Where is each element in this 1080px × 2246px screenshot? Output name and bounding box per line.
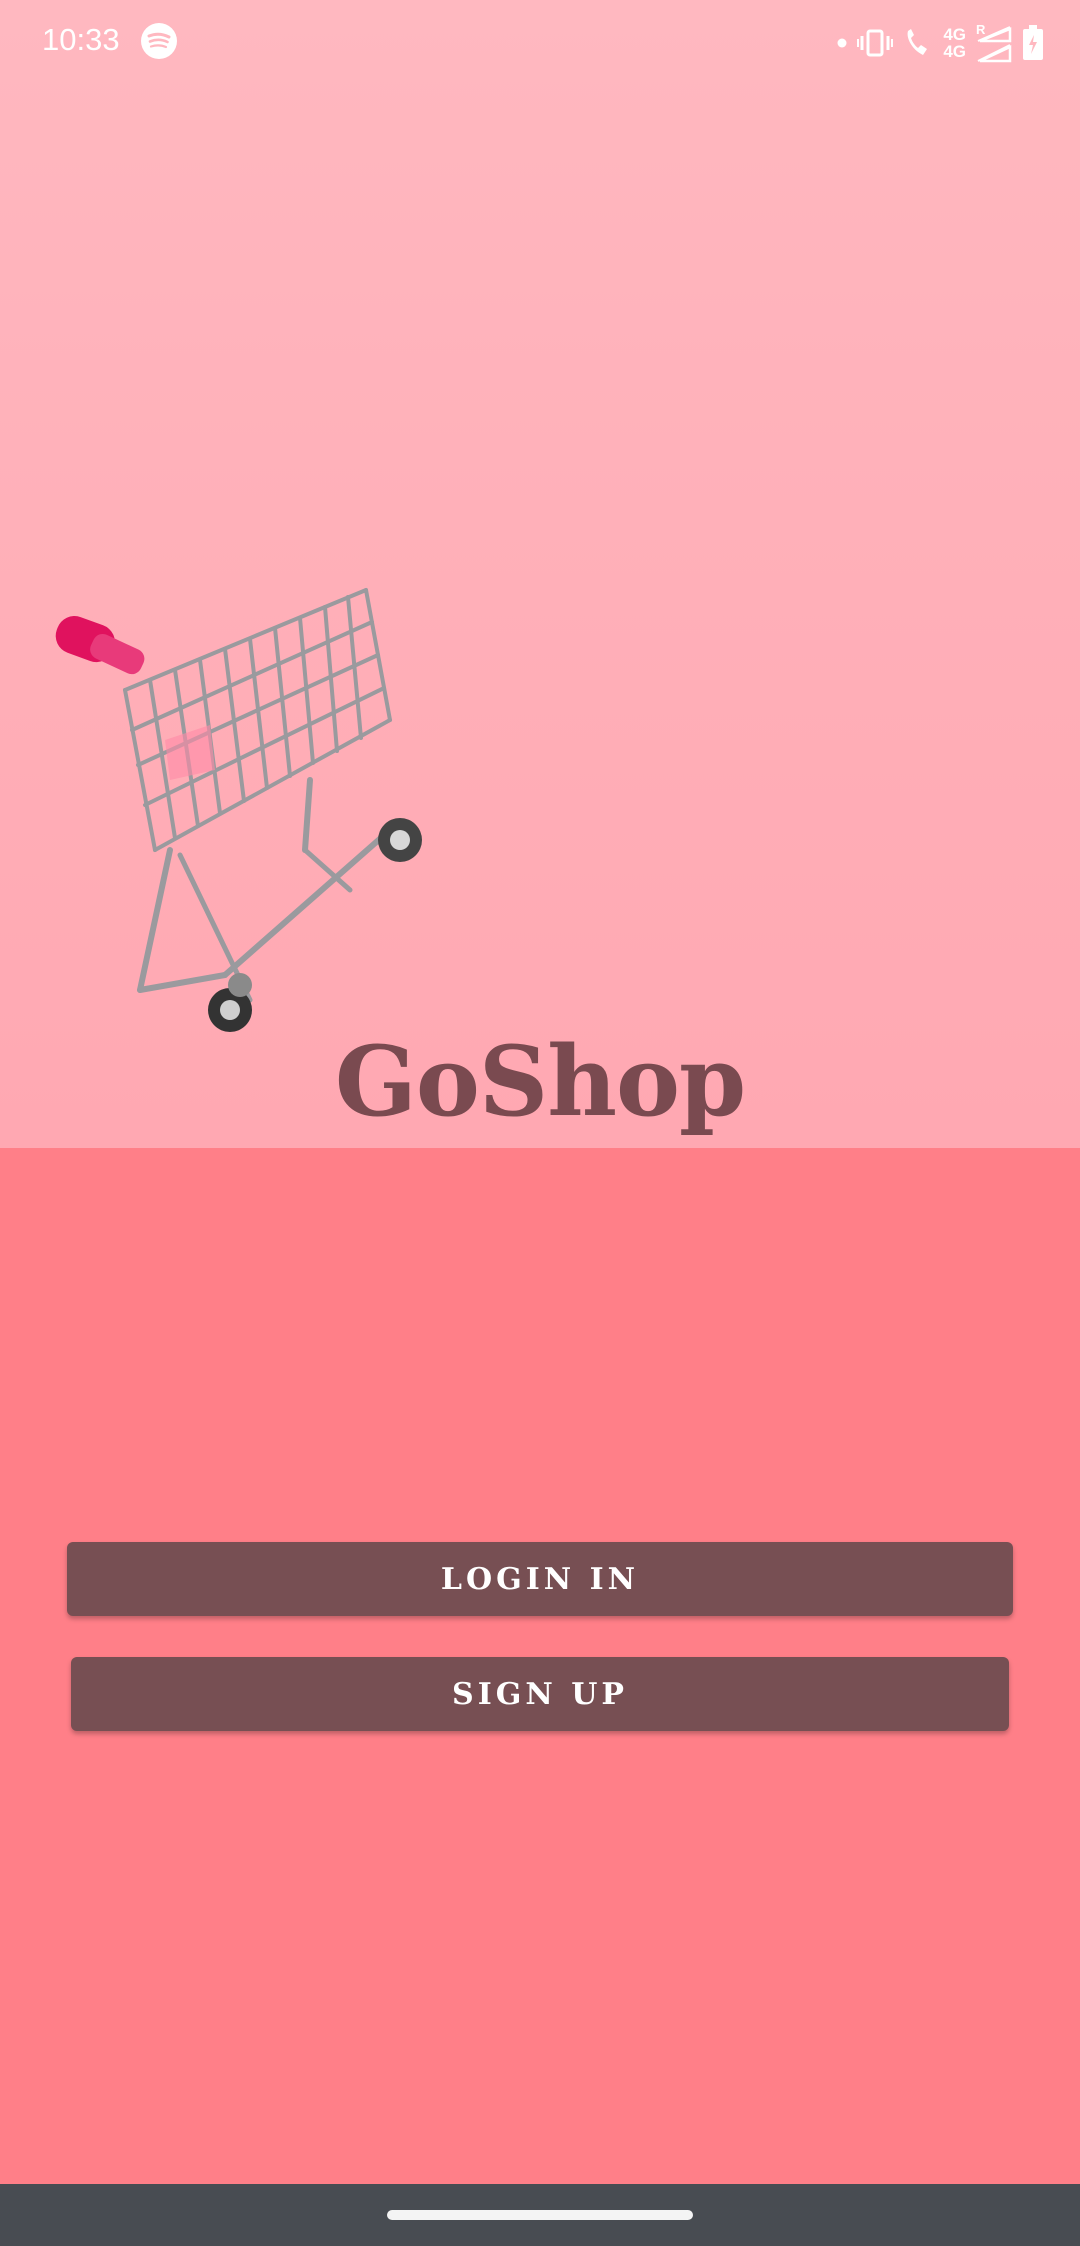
- network-bottom-label: 4G: [943, 42, 966, 61]
- vibrate-icon: [857, 29, 894, 57]
- network-top-label: 4G: [943, 25, 966, 44]
- signal-icon: R: [976, 22, 1012, 63]
- spotify-icon: [141, 23, 177, 59]
- shopping-cart-image: [55, 588, 422, 1032]
- signup-button-label: SIGN UP: [452, 1676, 628, 1712]
- login-button[interactable]: LOGIN IN: [67, 1542, 1013, 1616]
- screen: GoShop 10:33 4G 4G R LOGIN IN SIGN UP: [0, 0, 1080, 2246]
- wifi-call-icon: [907, 29, 928, 55]
- hero-image: GoShop: [0, 0, 1080, 1148]
- status-icons: 4G 4G R: [837, 20, 1044, 66]
- status-time: 10:33: [42, 22, 120, 57]
- app-logo: GoShop: [334, 1025, 746, 1138]
- dot-icon: [837, 38, 847, 48]
- navigation-bar: [0, 2184, 1080, 2246]
- status-bar: 10:33 4G 4G R: [0, 0, 1080, 86]
- network-type: 4G 4G: [943, 26, 966, 60]
- signup-button[interactable]: SIGN UP: [71, 1657, 1009, 1731]
- battery-icon: [1023, 25, 1043, 60]
- login-button-label: LOGIN IN: [440, 1561, 640, 1597]
- home-indicator[interactable]: [387, 2210, 693, 2220]
